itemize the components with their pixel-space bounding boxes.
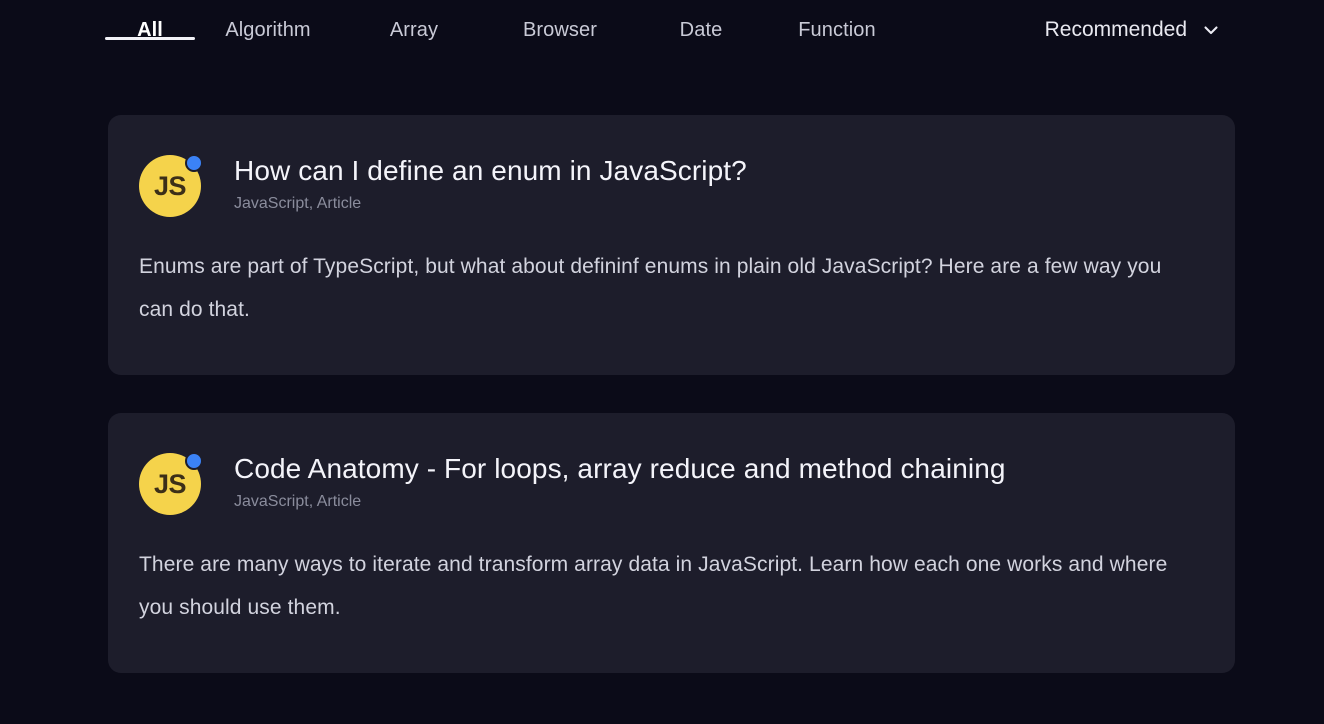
- article-description: There are many ways to iterate and trans…: [108, 515, 1235, 673]
- content-feed-page: All Algorithm Array Browser Date Functio: [0, 0, 1324, 724]
- article-card-header: JS Code Anatomy - For loops, array reduc…: [108, 451, 1235, 515]
- article-card-header: JS How can I define an enum in JavaScrip…: [108, 153, 1235, 217]
- tab-algorithm[interactable]: Algorithm: [195, 0, 341, 43]
- tab-date[interactable]: Date: [633, 0, 769, 43]
- article-card[interactable]: JS How can I define an enum in JavaScrip…: [108, 115, 1235, 375]
- status-badge: [185, 154, 203, 172]
- tab-array-underline: [341, 37, 487, 40]
- article-card-heading-group: How can I define an enum in JavaScript? …: [234, 153, 747, 215]
- article-title[interactable]: How can I define an enum in JavaScript?: [234, 153, 747, 189]
- avatar-initials: JS: [154, 173, 186, 200]
- avatar: JS: [139, 453, 201, 515]
- article-card-heading-group: Code Anatomy - For loops, array reduce a…: [234, 451, 1006, 513]
- article-meta: JavaScript, Article: [234, 193, 747, 215]
- tab-function-underline: [769, 37, 905, 40]
- article-card[interactable]: JS Code Anatomy - For loops, array reduc…: [108, 413, 1235, 673]
- chevron-down-icon: [1201, 20, 1221, 40]
- tab-browser[interactable]: Browser: [487, 0, 633, 43]
- article-title[interactable]: Code Anatomy - For loops, array reduce a…: [234, 451, 1006, 487]
- avatar-initials: JS: [154, 471, 186, 498]
- category-tabbar: All Algorithm Array Browser Date Functio: [105, 0, 1235, 71]
- avatar: JS: [139, 155, 201, 217]
- tab-browser-underline: [487, 37, 633, 40]
- status-badge: [185, 452, 203, 470]
- tab-function[interactable]: Function: [769, 0, 905, 43]
- sort-dropdown-value: Recommended: [1045, 17, 1187, 43]
- tab-array[interactable]: Array: [341, 0, 487, 43]
- sort-dropdown[interactable]: Recommended: [1045, 0, 1235, 43]
- category-tab-list: All Algorithm Array Browser Date Functio: [105, 0, 905, 43]
- tab-date-underline: [633, 37, 769, 40]
- tab-all-active-underline: [105, 37, 195, 40]
- tab-algorithm-underline: [195, 37, 341, 40]
- article-meta: JavaScript, Article: [234, 491, 1006, 513]
- tab-all[interactable]: All: [105, 0, 195, 43]
- article-description: Enums are part of TypeScript, but what a…: [108, 217, 1235, 375]
- article-card-list: JS How can I define an enum in JavaScrip…: [108, 115, 1235, 711]
